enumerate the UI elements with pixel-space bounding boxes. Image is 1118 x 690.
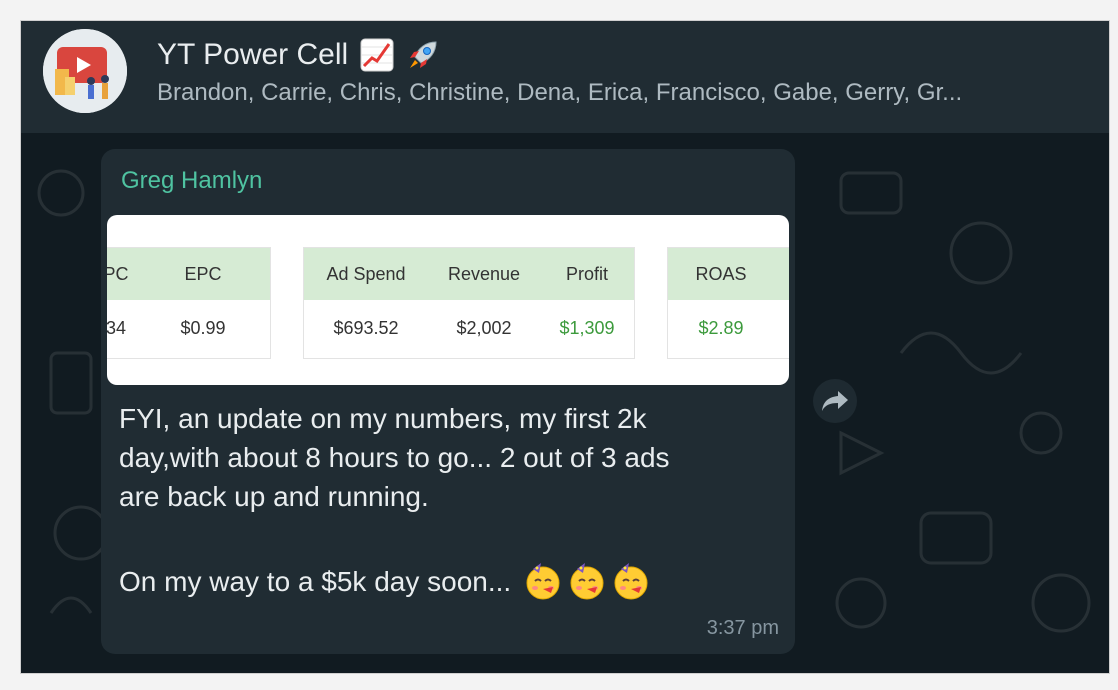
message-text: FYI, an update on my numbers, my first 2… xyxy=(119,403,670,512)
table-header: EPC xyxy=(184,263,222,284)
group-members: Brandon, Carrie, Chris, Christine, Dena,… xyxy=(157,79,963,106)
partying-face-icon xyxy=(570,563,604,600)
chart-increasing-icon xyxy=(360,38,394,72)
table-header: PC xyxy=(107,263,129,284)
group-avatar[interactable] xyxy=(43,29,127,113)
message-bubble[interactable]: Greg Hamlyn PC EPC 34 $0.99 Ad Spend Rev… xyxy=(101,149,795,654)
group-title-row: YT Power Cell xyxy=(157,33,440,77)
message-image[interactable]: PC EPC 34 $0.99 Ad Spend Revenue Profit … xyxy=(107,215,789,385)
table-header: Revenue xyxy=(447,263,521,284)
message-text-closing: On my way to a $5k day soon... xyxy=(119,565,512,597)
message-text-line: On my way to a $5k day soon... xyxy=(119,561,779,601)
group-avatar-image xyxy=(43,29,127,113)
sender-name[interactable]: Greg Hamlyn xyxy=(121,167,262,195)
forward-arrow-icon xyxy=(822,391,848,411)
table-cell: $693.52 xyxy=(333,317,399,338)
table-header: Profit xyxy=(565,263,608,284)
table-cell: 34 xyxy=(107,317,127,338)
group-name: YT Power Cell xyxy=(157,38,349,71)
chat-window: YT Power Cell Brandon, Carrie, Chris, Ch… xyxy=(20,20,1110,674)
partying-face-icon xyxy=(614,563,648,600)
message-timestamp: 3:37 pm xyxy=(706,617,779,639)
table-cell: $0.99 xyxy=(180,317,226,338)
stats-table-middle: Ad Spend Revenue Profit $693.52 $2,002 $… xyxy=(303,247,635,359)
table-header: ROAS xyxy=(695,263,747,284)
partying-face-icon xyxy=(526,563,560,600)
rocket-icon xyxy=(410,41,437,68)
table-cell: $2.89 xyxy=(698,317,744,338)
chat-header[interactable]: YT Power Cell Brandon, Carrie, Chris, Ch… xyxy=(21,21,1109,133)
stats-table-right: ROAS $2.89 xyxy=(667,247,789,359)
table-cell: $1,309 xyxy=(559,317,615,338)
forward-button[interactable] xyxy=(813,379,857,423)
table-cell: $2,002 xyxy=(456,317,512,338)
table-header: Ad Spend xyxy=(326,263,406,284)
stats-table-left: PC EPC 34 $0.99 xyxy=(107,247,271,359)
